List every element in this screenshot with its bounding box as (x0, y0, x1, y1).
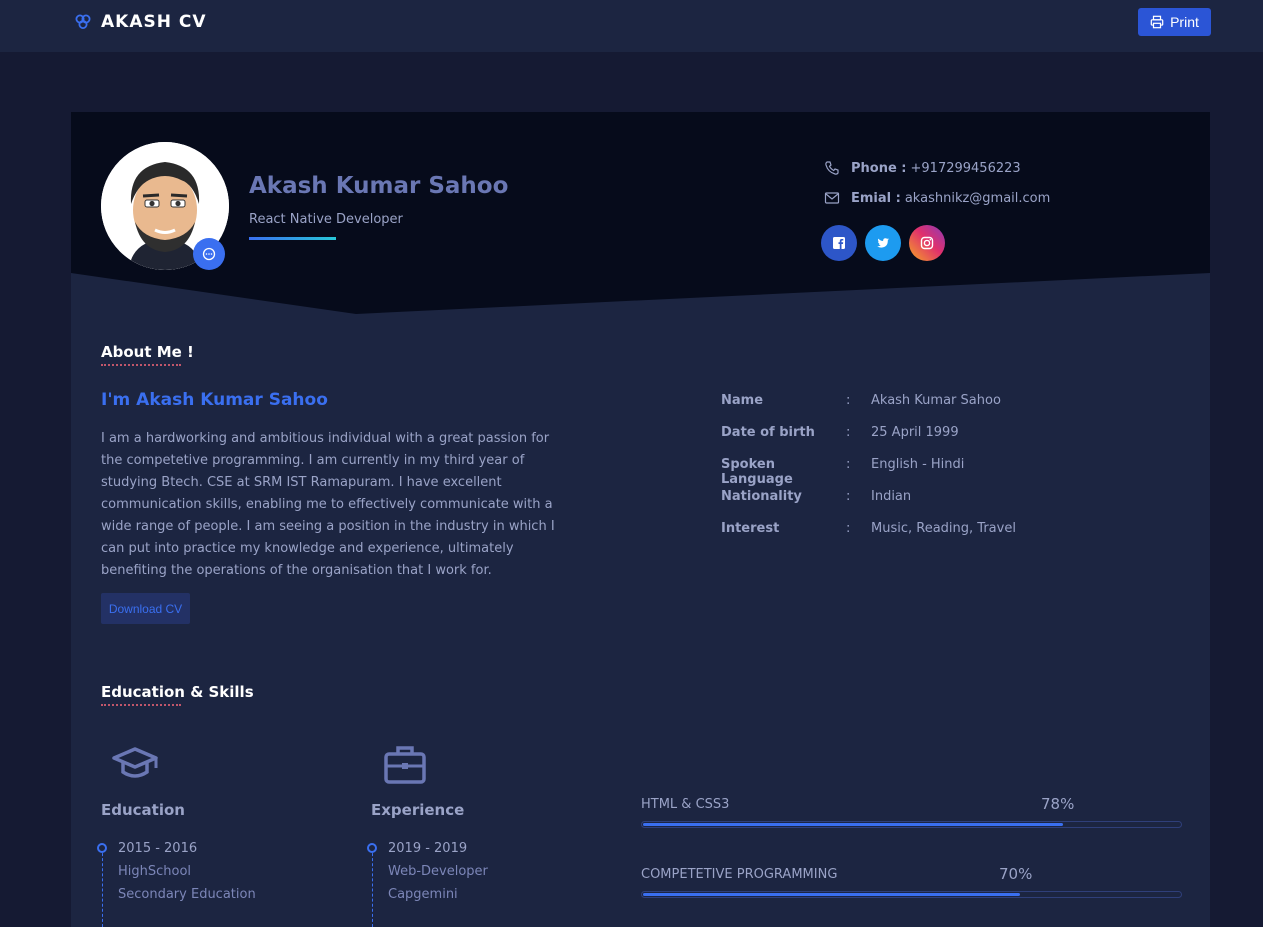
top-navbar: AKASH CV Print (0, 0, 1263, 52)
brand-title: AKASH CV (101, 12, 207, 32)
experience-timeline-line (372, 848, 373, 927)
info-colon: : (846, 489, 851, 504)
experience-timeline-dot (367, 843, 377, 853)
skill-progress-track (641, 891, 1182, 898)
info-row-language: Spoken Language : English - Hindi (721, 457, 964, 487)
chat-bubble-icon (202, 247, 216, 261)
skill-progress-fill (643, 893, 1021, 896)
email-row: Emial : akashnikz@gmail.com (824, 190, 1050, 206)
info-value: Music, Reading, Travel (871, 521, 1016, 536)
skills-title-underline (101, 704, 181, 706)
brand[interactable]: AKASH CV (74, 12, 207, 32)
skill-name: HTML & CSS3 (641, 797, 730, 812)
skill-progress-fill (643, 823, 1064, 826)
hero-background (71, 112, 1210, 314)
download-cv-button[interactable]: Download CV (101, 593, 190, 624)
about-paragraph: I am a hardworking and ambitious individ… (101, 431, 555, 578)
instagram-icon (920, 236, 934, 250)
info-key: Date of birth (721, 425, 815, 440)
info-value: English - Hindi (871, 457, 965, 472)
instagram-button[interactable] (909, 225, 945, 261)
experience-title: Experience (371, 801, 465, 819)
twitter-icon (877, 238, 889, 248)
print-button[interactable]: Print (1138, 8, 1211, 36)
resume-card: Akash Kumar Sahoo React Native Developer… (71, 112, 1210, 927)
info-colon: : (846, 393, 851, 408)
email-label: Emial : (851, 190, 901, 206)
phone-value[interactable]: +917299456223 (911, 161, 1021, 176)
info-row-interest: Interest : Music, Reading, Travel (721, 521, 1016, 536)
experience-company: Capgemini (388, 887, 458, 902)
skills-section-title: Education & Skills (101, 683, 254, 701)
briefcase-icon (384, 746, 426, 784)
info-value: Akash Kumar Sahoo (871, 393, 1001, 408)
phone-row: Phone : +917299456223 (824, 160, 1021, 176)
info-colon: : (846, 425, 851, 440)
hero-name: Akash Kumar Sahoo (249, 173, 509, 199)
education-period: 2015 - 2016 (118, 841, 198, 856)
printer-icon (1150, 15, 1164, 29)
facebook-icon (833, 237, 845, 249)
info-value: 25 April 1999 (871, 425, 959, 440)
skill-progress-track (641, 821, 1182, 828)
education-level: Secondary Education (118, 887, 256, 902)
twitter-button[interactable] (865, 225, 901, 261)
phone-icon (825, 161, 839, 175)
skill-percent: 78% (1041, 795, 1075, 813)
hero-underline (249, 237, 336, 240)
print-label: Print (1170, 14, 1199, 30)
info-key: Spoken Language (721, 457, 793, 487)
education-entry: 2015 - 2016 HighSchool Secondary Educati… (118, 837, 256, 906)
skill-name: COMPETETIVE PROGRAMMING (641, 867, 838, 882)
facebook-button[interactable] (821, 225, 857, 261)
info-row-dob: Date of birth : 25 April 1999 (721, 425, 959, 440)
info-key: Interest (721, 521, 780, 536)
phone-label: Phone : (851, 160, 907, 176)
education-title: Education (101, 801, 185, 819)
email-value[interactable]: akashnikz@gmail.com (905, 191, 1050, 206)
about-title-underline (101, 364, 181, 366)
experience-entry: 2019 - 2019 Web-Developer Capgemini (388, 837, 488, 906)
skill-percent: 70% (999, 865, 1033, 883)
info-colon: : (846, 457, 851, 472)
about-heading: I'm Akash Kumar Sahoo (101, 390, 328, 410)
hero-role: React Native Developer (249, 212, 403, 227)
hexagon-cluster-icon (75, 14, 91, 29)
experience-period: 2019 - 2019 (388, 841, 468, 856)
info-key: Nationality (721, 489, 802, 504)
mail-icon (824, 192, 840, 204)
info-colon: : (846, 521, 851, 536)
info-key: Name (721, 393, 764, 408)
info-row-name: Name : Akash Kumar Sahoo (721, 393, 1001, 408)
experience-role: Web-Developer (388, 864, 488, 879)
info-row-nationality: Nationality : Indian (721, 489, 911, 504)
graduation-cap-icon (112, 747, 158, 778)
about-section-title: About Me ! (101, 343, 194, 361)
education-timeline-line (102, 848, 103, 927)
education-timeline-dot (97, 843, 107, 853)
info-value: Indian (871, 489, 912, 504)
education-school: HighSchool (118, 864, 192, 879)
message-badge[interactable] (193, 238, 225, 270)
